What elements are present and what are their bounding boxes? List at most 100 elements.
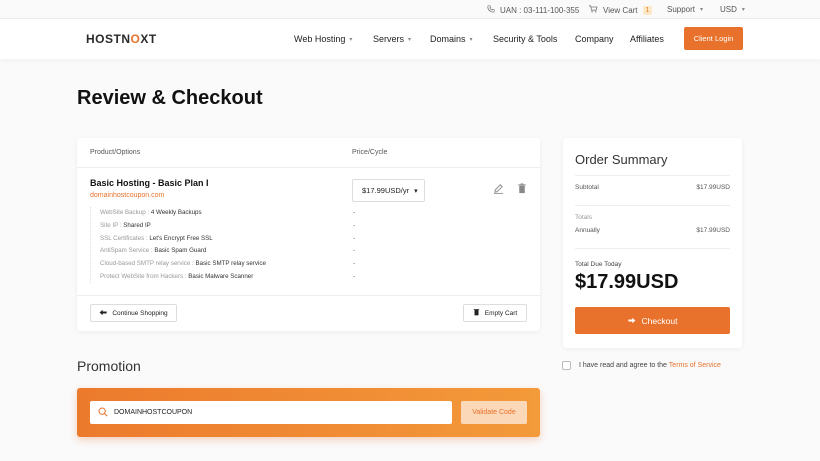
checkout-button[interactable]: Checkout [575,307,730,334]
chevron-down-icon: ▾ [469,36,473,43]
total-due-value: $17.99USD [575,271,679,293]
option-value: Let's Encrypt Free SSL [149,234,213,242]
page-title: Review & Checkout [77,87,263,109]
currency-dropdown[interactable]: USD ▾ [720,5,745,14]
option-price: - [353,247,356,255]
column-header-product: Product/Options [90,149,141,156]
nav-servers[interactable]: Servers ▾ [373,34,411,44]
support-label: Support [667,5,696,14]
nav-domains[interactable]: Domains ▾ [430,34,473,44]
view-cart-label: View Cart [603,5,638,15]
nav-domains-label: Domains [430,34,466,44]
option-label: Protect WebSite from Hackers : [100,272,187,280]
option-row: AntiSpam Service : Basic Spam Guard - [91,245,540,258]
search-icon [98,407,108,419]
validate-code-button[interactable]: Validate Code [461,401,527,424]
arrow-left-icon [99,309,107,318]
arrow-right-icon [627,316,636,326]
promotion-card: DOMAINHOSTCOUPON Validate Code [77,388,540,437]
total-due-label: Total Due Today [575,261,622,268]
support-dropdown[interactable]: Support ▾ [667,5,703,14]
option-price: - [353,209,356,216]
promo-code-input[interactable]: DOMAINHOSTCOUPON [90,401,452,424]
caret-down-icon: ▾ [414,187,418,195]
edit-item-button[interactable] [492,184,504,196]
option-value: 4 Weekly Backups [150,209,202,216]
hostnext-logo[interactable]: HOSTNOXT [86,32,157,46]
trash-icon [473,308,480,318]
product-domain-link[interactable]: domainhostcoupon.com [90,192,164,199]
top-bar: UAN : 03-111-100-355 View Cart 1 Support… [0,0,820,19]
chevron-down-icon: ▾ [741,7,745,13]
cart-count-badge: 1 [642,5,653,15]
option-value: Shared IP [123,221,151,229]
remove-item-button[interactable] [516,183,528,197]
option-label: SSL Certificates : [100,234,148,242]
order-summary-title: Order Summary [575,152,668,167]
option-value: Basic Spam Guard [154,247,207,255]
logo-ext: XT [140,32,157,46]
chevron-down-icon: ▾ [700,7,704,13]
continue-shopping-button[interactable]: Continue Shopping [90,304,177,322]
option-label: AntiSpam Service : [100,247,153,255]
checkout-label: Checkout [641,315,678,326]
nav-company[interactable]: Company [575,34,614,44]
chevron-down-icon: ▾ [408,36,412,43]
cart-icon [588,5,598,15]
order-summary-card: Order Summary Subtotal $17.99USD Totals … [563,138,742,348]
terms-text: I have read and agree to the Terms of Se… [579,362,721,369]
terms-of-service-link[interactable]: Terms of Service [669,362,721,369]
terms-agreement: I have read and agree to the Terms of Se… [562,361,721,370]
option-row: Site IP : Shared IP - [91,220,540,233]
subtotal-row: Subtotal $17.99USD [575,184,730,191]
nav-security-tools-label: Security & Tools [493,34,558,44]
nav-web-hosting[interactable]: Web Hosting ▾ [294,34,352,44]
nav-affiliates[interactable]: Affiliates [630,34,664,44]
currency-label: USD [720,5,737,14]
option-value: Basic Malware Scanner [188,272,254,280]
divider [575,175,730,176]
divider [575,248,730,249]
billing-cycle-select[interactable]: $17.99USD/yr ▾ [352,179,425,202]
cart-card: Product/Options Price/Cycle Basic Hostin… [77,138,540,331]
nav-web-hosting-label: Web Hosting [294,34,346,44]
divider [77,295,540,296]
option-price: - [353,221,356,229]
option-value: Basic SMTP relay service [195,260,266,268]
promo-code-value: DOMAINHOSTCOUPON [114,409,193,416]
nav-servers-label: Servers [373,34,405,44]
phone-item[interactable]: UAN : 03-111-100-355 [487,5,579,15]
option-label: WebSite Backup : [100,209,150,216]
product-name: Basic Hosting - Basic Plan I [90,178,209,188]
subtotal-label: Subtotal [575,184,599,191]
totals-row: Totals [575,214,730,221]
option-label: Cloud-based SMTP relay service : [100,260,194,268]
main-header: HOSTNOXT Web Hosting ▾ Servers ▾ Domains ▾ … [0,19,820,59]
terms-checkbox[interactable] [562,361,571,370]
option-row: WebSite Backup : 4 Weekly Backups - [91,207,540,220]
trash-icon [517,183,527,197]
option-price: - [353,234,356,242]
pencil-icon [493,183,504,197]
column-header-price: Price/Cycle [352,149,388,156]
client-login-button[interactable]: Client Login [684,27,743,50]
option-price: - [353,260,356,268]
billing-cycle-value: $17.99USD/yr [362,186,410,195]
subtotal-value: $17.99USD [696,184,730,191]
terms-prefix: I have read and agree to the [579,362,667,369]
divider [77,167,540,168]
divider [575,205,730,206]
chevron-down-icon: ▾ [349,36,353,43]
option-row: Protect WebSite from Hackers : Basic Mal… [91,271,540,284]
nav-affiliates-label: Affiliates [630,34,664,44]
phone-icon [487,5,495,15]
phone-text: UAN : 03-111-100-355 [500,5,580,15]
nav-security-tools[interactable]: Security & Tools [493,34,557,44]
annually-value: $17.99USD [696,227,730,234]
option-row: SSL Certificates : Let's Encrypt Free SS… [91,233,540,246]
logo-o: O [130,32,141,46]
view-cart-link[interactable]: View Cart 1 [588,5,653,15]
empty-cart-button[interactable]: Empty Cart [463,304,527,322]
nav-company-label: Company [575,34,614,44]
totals-label: Totals [575,214,592,221]
